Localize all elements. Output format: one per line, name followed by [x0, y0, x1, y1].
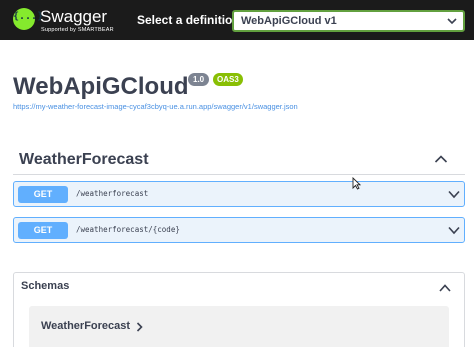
api-title: WebApiGCloud — [13, 73, 189, 100]
mouse-cursor-icon — [352, 177, 361, 190]
chevron-down-icon[interactable] — [448, 226, 460, 235]
method-badge: GET — [18, 222, 68, 239]
tag-divider — [13, 174, 465, 175]
oas-badge: OAS3 — [213, 73, 243, 86]
swagger-logo-icon[interactable]: {...} — [13, 8, 44, 30]
operation-path: /weatherforecast — [76, 189, 149, 198]
schemas-title[interactable]: Schemas — [21, 280, 69, 292]
schemas-section: Schemas WeatherForecast — [13, 272, 465, 347]
top-bar: {...} Swagger Supported by SMARTBEAR Sel… — [0, 0, 474, 40]
swagger-logo-glyph: {...} — [13, 11, 44, 22]
brand-subtitle: Supported by SMARTBEAR — [41, 27, 114, 33]
operation-get-weatherforecast[interactable]: GET /weatherforecast — [13, 181, 465, 207]
definition-label: Select a definition — [137, 13, 240, 27]
chevron-up-icon[interactable] — [434, 154, 448, 164]
method-badge: GET — [18, 186, 68, 203]
spec-url-link[interactable]: https://my-weather-forecast-image-cycaf3… — [13, 102, 298, 111]
brand-name[interactable]: Swagger — [40, 7, 107, 27]
chevron-right-icon[interactable] — [136, 322, 143, 332]
operation-path: /weatherforecast/{code} — [76, 225, 180, 234]
chevron-down-icon — [447, 18, 457, 25]
operation-get-weatherforecast-code[interactable]: GET /weatherforecast/{code} — [13, 217, 465, 243]
chevron-down-icon[interactable] — [448, 190, 460, 199]
definition-select[interactable]: WebApiGCloud v1 — [232, 10, 465, 32]
definition-selected-value: WebApiGCloud v1 — [241, 15, 337, 27]
model-weatherforecast[interactable]: WeatherForecast — [29, 306, 449, 347]
model-name: WeatherForecast — [41, 320, 131, 332]
chevron-up-icon[interactable] — [439, 284, 451, 292]
version-badge: 1.0 — [188, 73, 210, 86]
tag-title[interactable]: WeatherForecast — [19, 151, 149, 169]
